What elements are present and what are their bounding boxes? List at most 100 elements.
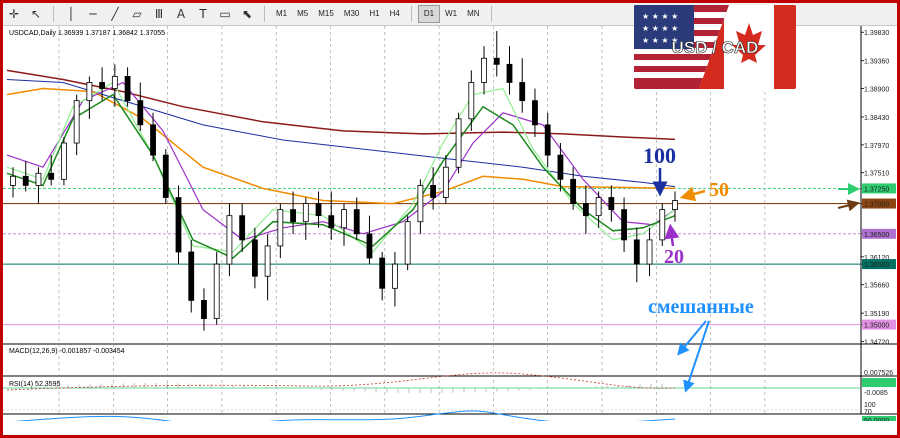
candle-body: [442, 166, 449, 198]
candle-body: [290, 209, 296, 223]
candle-body: [61, 142, 67, 180]
ma100-annotation: 100: [643, 143, 676, 168]
candle-body: [175, 197, 182, 253]
price-label: 1.35000: [864, 323, 889, 330]
price-label: 1.36000: [864, 262, 889, 269]
candle-body: [417, 184, 424, 223]
candle-body: [379, 257, 386, 289]
candle-body: [35, 172, 42, 186]
candle-body: [315, 203, 322, 217]
candle-body: [608, 197, 615, 211]
macd-axis-label: 0.007526: [864, 370, 893, 377]
price-label: 1.35190: [864, 311, 889, 318]
timeframe-mn[interactable]: MN: [462, 6, 484, 22]
candle-body: [264, 245, 271, 277]
arrow-tool-icon[interactable]: ⬉: [238, 5, 256, 23]
ma20-annotation: 20: [664, 246, 684, 268]
candle-body: [468, 82, 475, 120]
candle-body: [341, 209, 347, 229]
candle-body: [48, 172, 55, 180]
timeframe-h4[interactable]: H4: [385, 6, 405, 22]
channel-icon[interactable]: ▱: [128, 5, 146, 23]
candle-body: [22, 175, 29, 186]
candle-body: [251, 239, 258, 277]
macd-label: MACD(12,26,9) -0.001857 -0.003454: [9, 348, 125, 355]
label-icon[interactable]: T: [194, 5, 212, 23]
candle-body: [366, 233, 373, 259]
candle-body: [99, 82, 106, 89]
candle-body: [582, 203, 589, 217]
badge-title: USD / CAD: [672, 38, 759, 57]
candle-body: [213, 263, 220, 319]
price-label: 1.36500: [864, 232, 889, 239]
candle-body: [150, 124, 156, 156]
ma100-line: [6, 79, 676, 188]
timeframe-m5[interactable]: M5: [292, 6, 313, 22]
candle-body: [595, 197, 602, 217]
candle-body: [532, 100, 538, 126]
rsi-axis-label: 70: [864, 409, 872, 416]
candle-body: [570, 178, 577, 204]
candle-body: [188, 251, 195, 301]
candle-body: [493, 57, 500, 65]
price-label: 1.38430: [864, 115, 889, 122]
price-label: 1.37510: [864, 171, 889, 178]
usdcad-flag-badge: ★ ★ ★ ★ ★ ★ ★ ★ ★ ★ ★ ★ USD / CAD: [634, 5, 796, 89]
rsi-label: RSI(14) 52.3595: [9, 381, 61, 388]
candle-body: [86, 82, 93, 102]
timeframe-d1[interactable]: D1: [417, 5, 441, 23]
horizontal-line-icon[interactable]: ─: [84, 5, 102, 23]
timeframe-w1[interactable]: W1: [440, 6, 462, 22]
candle-body: [506, 63, 513, 83]
candle-body: [557, 154, 564, 180]
price-label: 1.39830: [864, 30, 889, 37]
candle-body: [353, 209, 360, 235]
candle-body: [328, 215, 335, 229]
price-label: 1.37000: [864, 202, 889, 209]
price-label: 1.37970: [864, 143, 889, 150]
candle-body: [646, 239, 653, 265]
price-label: 1.39360: [864, 59, 889, 66]
macd-value-box: [862, 378, 896, 387]
candle-body: [392, 263, 398, 289]
candle-body: [302, 203, 309, 223]
ma50-annotation: 50: [709, 179, 729, 201]
candle-body: [621, 209, 627, 241]
timeframe-m1[interactable]: M1: [271, 6, 292, 22]
candle-body: [137, 100, 144, 126]
ma20-line: [6, 81, 676, 241]
svg-text:★ ★ ★ ★: ★ ★ ★ ★: [642, 12, 678, 21]
timeframe-m30[interactable]: M30: [339, 6, 365, 22]
candle-body: [73, 100, 80, 144]
candle-body: [201, 300, 207, 319]
price-label: 1.38900: [864, 87, 889, 94]
macd-axis-label: -0.0085: [864, 390, 888, 397]
candle-body: [239, 215, 246, 241]
timeframe-m15[interactable]: M15: [313, 6, 339, 22]
price-label: 1.37250: [864, 186, 889, 193]
timeframe-selector: M1 M5 M15 M30 H1 H4 D1 W1 MN: [271, 5, 498, 23]
candle-body: [659, 209, 666, 241]
text-icon[interactable]: A: [172, 5, 190, 23]
candle-body: [162, 154, 169, 198]
svg-text:★ ★ ★ ★: ★ ★ ★ ★: [642, 24, 678, 33]
mixed-annotation: смешанные: [648, 296, 754, 318]
timeframe-h1[interactable]: H1: [364, 6, 384, 22]
candle-body: [111, 76, 118, 89]
price-label: 1.35660: [864, 283, 889, 290]
price-label: 1.34720: [864, 340, 889, 347]
candle-body: [277, 209, 284, 247]
fibonacci-icon[interactable]: Ⅲ: [150, 5, 168, 23]
symbol-info: USDCAD,Daily 1.36939 1.37187 1.36842 1.3…: [9, 30, 166, 37]
rsi-line: [6, 410, 676, 426]
cursor-icon[interactable]: ↖: [27, 5, 45, 23]
candle-body: [544, 124, 551, 156]
trendline-icon[interactable]: ╱: [106, 5, 124, 23]
vertical-line-icon[interactable]: │: [62, 5, 80, 23]
crosshair-icon[interactable]: ✛: [5, 5, 23, 23]
candle-body: [404, 221, 411, 265]
rsi-axis-label: 50.0000: [864, 418, 889, 421]
candle-body: [430, 184, 437, 198]
candle-body: [672, 200, 678, 211]
shapes-icon[interactable]: ▭: [216, 5, 234, 23]
